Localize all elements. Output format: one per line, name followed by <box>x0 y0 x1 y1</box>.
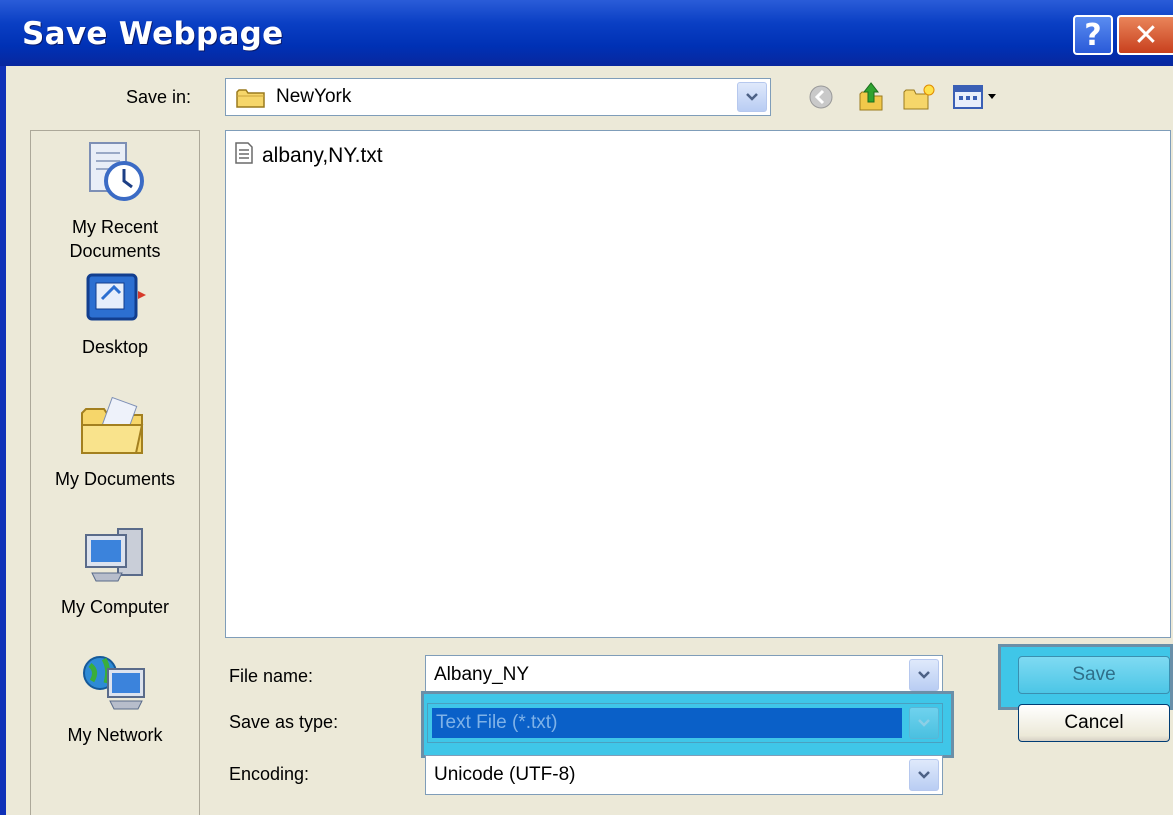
window-title: Save Webpage <box>22 16 284 52</box>
folder-icon <box>236 87 266 115</box>
save-in-dropdown-button[interactable] <box>737 82 767 112</box>
place-my-network[interactable]: My Network <box>31 653 199 747</box>
my-documents-icon <box>31 396 199 463</box>
text-file-icon <box>234 141 254 171</box>
save-in-combo[interactable]: NewYork <box>225 78 771 116</box>
file-name-label: File name: <box>229 666 314 686</box>
encoding-value: Unicode (UTF-8) <box>434 764 576 785</box>
my-network-icon <box>31 653 199 719</box>
close-icon: ✕ <box>1133 17 1159 53</box>
up-folder-icon[interactable] <box>856 80 886 116</box>
place-label: Documents <box>69 241 161 261</box>
encoding-label: Encoding: <box>229 764 310 784</box>
save-webpage-dialog: Save Webpage ? ✕ Save in: NewYork My Rec… <box>0 0 1173 815</box>
encoding-dropdown-button[interactable] <box>909 759 939 791</box>
file-name: albany,NY.txt <box>262 144 383 167</box>
place-label: My Documents <box>54 469 176 489</box>
views-menu-icon[interactable] <box>952 84 1006 114</box>
back-icon[interactable] <box>808 84 834 114</box>
save-in-label: Save in: <box>126 87 192 107</box>
chevron-down-icon <box>918 671 930 679</box>
my-computer-icon <box>31 525 199 591</box>
save-in-value: NewYork <box>276 86 352 107</box>
place-desktop[interactable]: Desktop <box>31 271 199 359</box>
title-bar[interactable]: Save Webpage ? ✕ <box>0 0 1173 66</box>
recent-documents-icon <box>31 139 199 211</box>
place-label: My Network <box>67 725 163 745</box>
new-folder-icon[interactable] <box>902 82 936 116</box>
save-as-type-dropdown-button[interactable] <box>909 707 939 739</box>
encoding-select[interactable]: Unicode (UTF-8) <box>425 755 943 795</box>
cancel-button[interactable]: Cancel <box>1018 704 1170 742</box>
window-border <box>0 66 6 815</box>
place-label: My Computer <box>60 597 170 617</box>
save-as-type-value: Text File (*.txt) <box>436 712 558 733</box>
place-label: Desktop <box>81 337 149 357</box>
place-label: My Recent <box>71 217 159 237</box>
help-button[interactable]: ? <box>1073 15 1113 55</box>
place-my-recent-documents[interactable]: My Recent Documents <box>31 139 199 263</box>
save-button[interactable]: Save <box>1018 656 1170 694</box>
save-as-type-select[interactable]: Text File (*.txt) <box>427 703 943 743</box>
places-bar: My Recent Documents Desktop My Documents… <box>30 130 200 815</box>
file-name-input[interactable]: Albany_NY <box>425 655 943 695</box>
close-button[interactable]: ✕ <box>1117 15 1173 55</box>
chevron-down-icon <box>918 719 930 727</box>
file-name-dropdown-button[interactable] <box>909 659 939 691</box>
place-my-computer[interactable]: My Computer <box>31 525 199 619</box>
save-as-type-label: Save as type: <box>229 712 339 732</box>
chevron-down-icon <box>918 771 930 779</box>
desktop-icon <box>31 271 199 331</box>
file-list[interactable]: albany,NY.txt <box>225 130 1171 638</box>
chevron-down-icon <box>746 93 758 101</box>
file-name-value: Albany_NY <box>434 664 530 685</box>
place-my-documents[interactable]: My Documents <box>31 396 199 491</box>
list-item[interactable]: albany,NY.txt <box>234 141 383 171</box>
